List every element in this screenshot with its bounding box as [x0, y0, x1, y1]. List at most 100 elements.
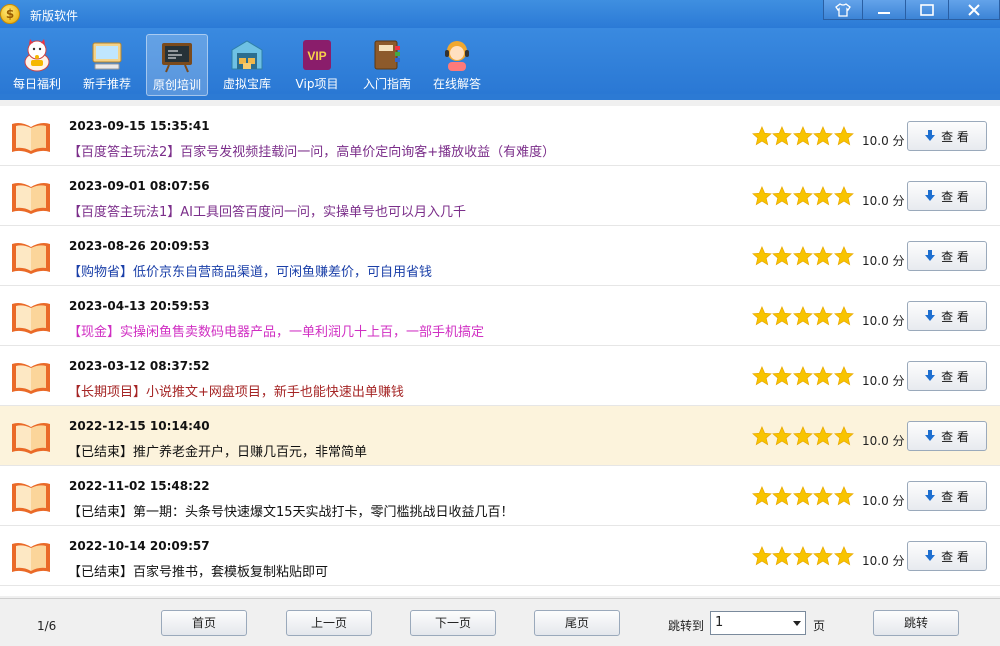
maximize-icon	[920, 3, 934, 16]
star-icon	[833, 486, 854, 506]
jump-button[interactable]: 跳转	[873, 610, 959, 636]
star-icon	[752, 306, 772, 326]
view-button-label: 查 看	[941, 189, 969, 204]
list-item: 2023-03-12 08:37:52 【长期项目】小说推文+网盘项目，新手也能…	[0, 346, 1000, 406]
tool-original-training[interactable]: 原创培训	[146, 34, 208, 96]
prev-page-button[interactable]: 上一页	[286, 610, 372, 636]
item-date: 2023-09-01 08:07:56	[69, 179, 210, 193]
star-icon	[813, 366, 834, 386]
vip-icon: VIP	[303, 40, 331, 70]
tool-newbie-recommend[interactable]: 新手推荐	[76, 34, 138, 96]
star-icon	[833, 366, 854, 386]
view-button-label: 查 看	[941, 129, 969, 144]
item-score: 10.0 分	[862, 434, 905, 448]
pagination-bar: 1/6 首页 上一页 下一页 尾页 跳转到 1 页 跳转	[0, 598, 1000, 646]
star-icon	[772, 366, 793, 386]
list-item: 2023-08-26 20:09:53 【购物省】低价京东自营商品渠道，可闲鱼赚…	[0, 226, 1000, 286]
star-icon	[772, 486, 793, 506]
download-arrow-icon	[925, 490, 936, 501]
item-title[interactable]: 【百度答主玩法1】AI工具回答百度问一问，实操单号也可以月入几千	[68, 201, 466, 220]
tool-label: 在线解答	[432, 77, 481, 91]
item-date: 2023-08-26 20:09:53	[69, 239, 210, 253]
window-controls	[823, 0, 1000, 20]
view-button[interactable]: 查 看	[907, 121, 987, 151]
view-button-label: 查 看	[941, 249, 969, 264]
view-button[interactable]: 查 看	[907, 241, 987, 271]
minimize-button[interactable]	[862, 0, 906, 20]
list-item: 2022-10-14 20:09:57 【已结束】百家号推书，套模板复制粘贴即可…	[0, 526, 1000, 586]
tool-label: 原创培训	[152, 78, 201, 92]
close-icon	[968, 3, 980, 16]
star-icon	[772, 246, 793, 266]
tool-label: 新手推荐	[82, 77, 131, 91]
rating-stars	[752, 425, 854, 447]
maximize-button[interactable]	[905, 0, 949, 20]
rating-stars	[752, 545, 854, 567]
star-icon	[813, 186, 834, 206]
item-title[interactable]: 【百度答主玩法2】百家号发视频挂载问一问，高单价定向询客+播放收益（有难度）	[68, 141, 555, 160]
page-select[interactable]: 1	[710, 611, 806, 635]
item-title[interactable]: 【长期项目】小说推文+网盘项目，新手也能快速出单赚钱	[68, 381, 404, 400]
lucky-cat-icon	[24, 39, 50, 72]
jump-to-label: 跳转到	[668, 619, 705, 633]
view-button[interactable]: 查 看	[907, 361, 987, 391]
download-arrow-icon	[925, 550, 936, 561]
next-page-button[interactable]: 下一页	[410, 610, 496, 636]
window-title: 新版软件	[30, 9, 79, 23]
tool-label: 虚拟宝库	[222, 77, 271, 91]
item-title[interactable]: 【现金】实操闲鱼售卖数码电器产品，一单利润几十上百，一部手机搞定	[68, 321, 484, 340]
tool-virtual-treasury[interactable]: 虚拟宝库	[216, 34, 278, 96]
open-book-icon	[12, 183, 50, 214]
first-page-button[interactable]: 首页	[161, 610, 247, 636]
view-button[interactable]: 查 看	[907, 481, 987, 511]
star-icon	[752, 546, 772, 566]
page-indicator: 1/6	[37, 619, 57, 633]
star-icon	[792, 186, 813, 206]
download-arrow-icon	[925, 430, 936, 441]
star-icon	[813, 306, 834, 326]
item-title[interactable]: 【已结束】第一期：头条号快速爆文15天实战打卡，零门槛挑战日收益几百！	[68, 501, 514, 520]
rating-stars	[752, 305, 854, 327]
star-icon	[813, 246, 834, 266]
star-icon	[833, 546, 854, 566]
skin-button[interactable]	[823, 0, 863, 20]
star-icon	[833, 246, 854, 266]
item-date: 2023-04-13 20:59:53	[69, 299, 210, 313]
tool-daily-welfare[interactable]: 每日福利	[6, 34, 68, 96]
view-button[interactable]: 查 看	[907, 301, 987, 331]
rating-stars	[752, 185, 854, 207]
list-item: 2022-11-02 15:48:22 【已结束】第一期：头条号快速爆文15天实…	[0, 466, 1000, 526]
star-icon	[752, 486, 772, 506]
view-button[interactable]: 查 看	[907, 541, 987, 571]
open-book-icon	[12, 363, 50, 394]
item-score: 10.0 分	[862, 254, 905, 268]
rating-stars	[752, 365, 854, 387]
tool-online-answers[interactable]: 在线解答	[426, 34, 488, 96]
tool-getting-started[interactable]: 入门指南	[356, 34, 418, 96]
item-title[interactable]: 【已结束】推广养老金开户，日赚几百元，非常简单	[68, 441, 367, 460]
article-list: 2023-09-15 15:35:41 【百度答主玩法2】百家号发视频挂载问一问…	[0, 106, 1000, 596]
item-date: 2022-12-15 10:14:40	[69, 419, 210, 433]
view-button-label: 查 看	[941, 489, 969, 504]
star-icon	[792, 126, 813, 146]
item-title[interactable]: 【购物省】低价京东自营商品渠道，可闲鱼赚差价，可自用省钱	[68, 261, 432, 280]
tool-label: 入门指南	[362, 77, 411, 91]
item-title[interactable]: 【已结束】百家号推书，套模板复制粘贴即可	[68, 561, 328, 580]
open-book-icon	[12, 243, 50, 274]
rating-stars	[752, 485, 854, 507]
star-icon	[792, 246, 813, 266]
training-board-icon	[162, 43, 192, 73]
star-icon	[772, 186, 793, 206]
last-page-button[interactable]: 尾页	[534, 610, 620, 636]
minimize-icon	[878, 11, 890, 14]
star-icon	[752, 246, 772, 266]
tool-vip-project[interactable]: VIP Vip项目	[286, 34, 348, 96]
list-item: 2023-04-13 20:59:53 【现金】实操闲鱼售卖数码电器产品，一单利…	[0, 286, 1000, 346]
item-date: 2022-10-14 20:09:57	[69, 539, 210, 553]
monitor-icon	[92, 42, 122, 70]
open-book-icon	[12, 423, 50, 454]
list-item: 2022-12-15 10:14:40 【已结束】推广养老金开户，日赚几百元，非…	[0, 406, 1000, 466]
view-button[interactable]: 查 看	[907, 181, 987, 211]
view-button[interactable]: 查 看	[907, 421, 987, 451]
close-button[interactable]	[948, 0, 1000, 20]
